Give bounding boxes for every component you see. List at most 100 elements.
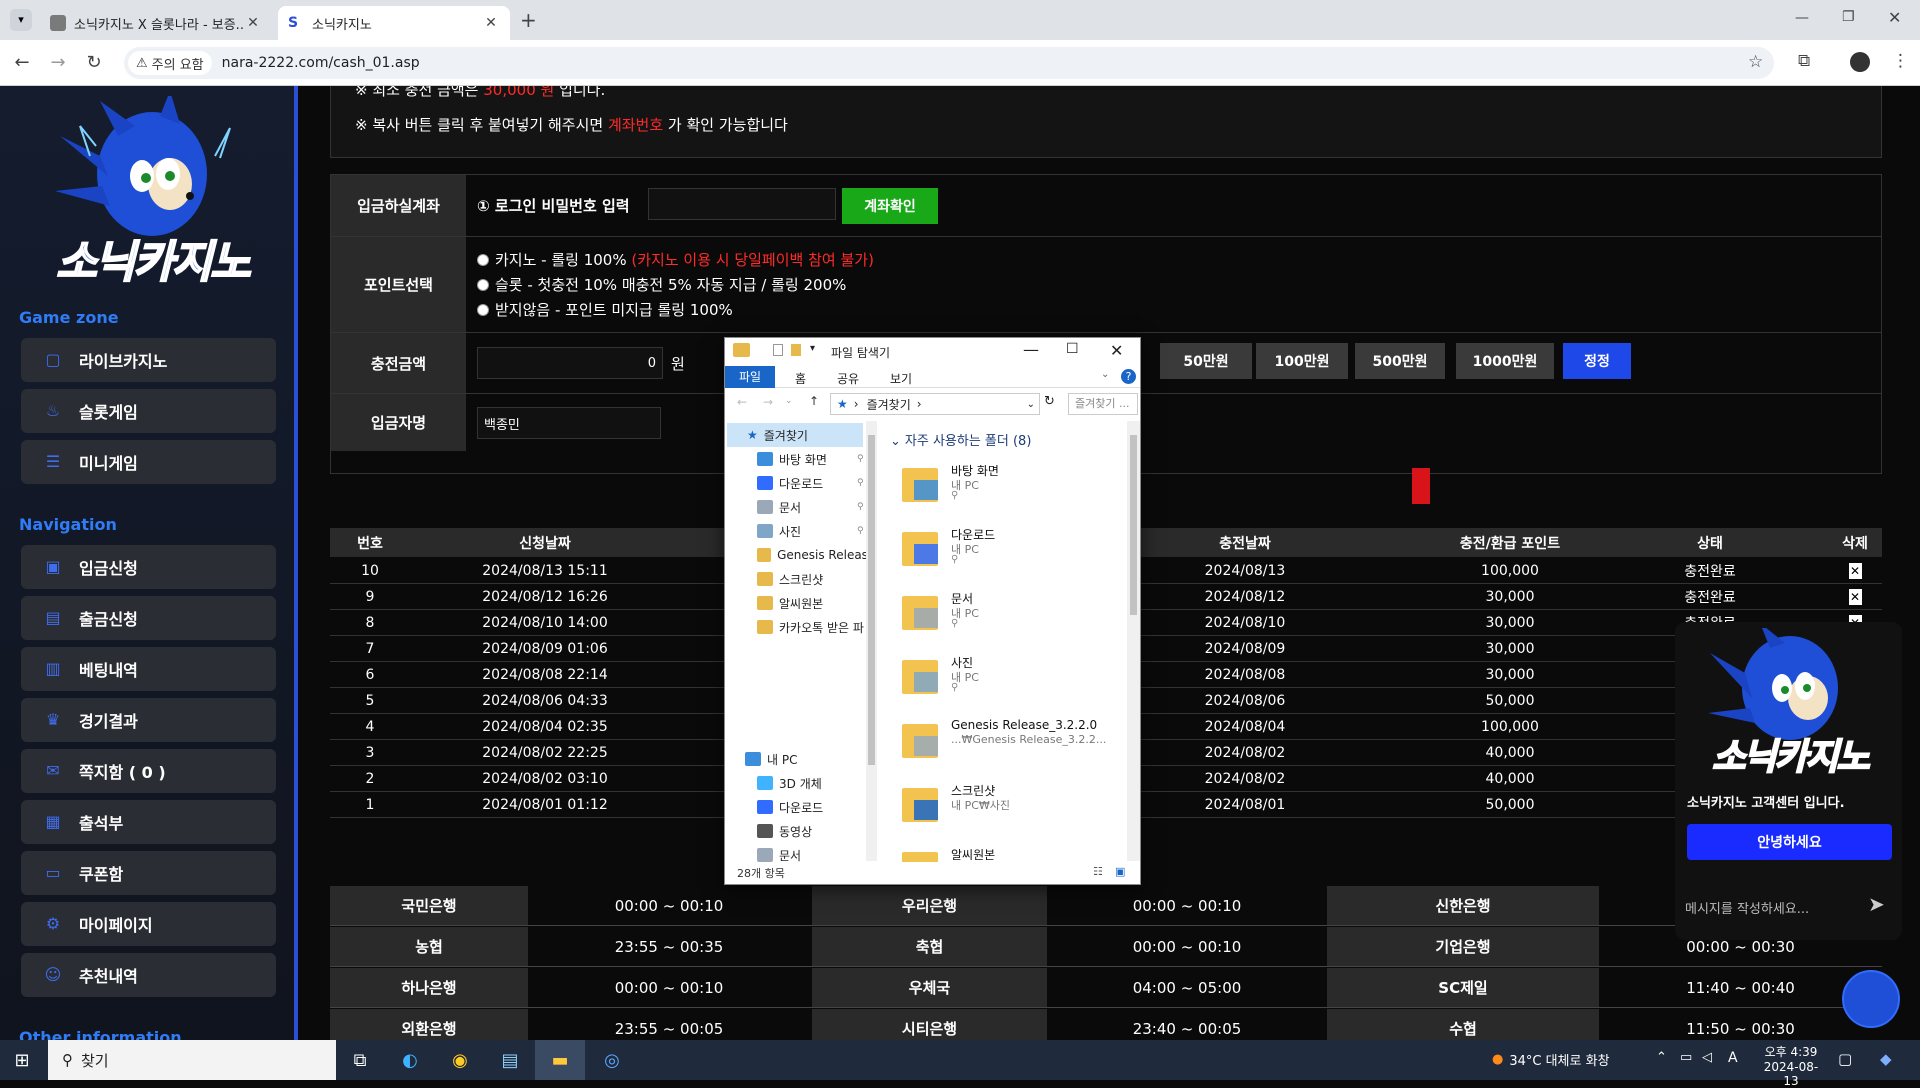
properties-icon[interactable] (773, 344, 783, 356)
sidebar-item-mini-game[interactable]: ☰ 미니게임 (21, 440, 276, 484)
send-icon[interactable]: ➤ (1868, 892, 1885, 916)
frequent-folders-header[interactable]: ⌄ 자주 사용하는 폴더 (8) (890, 430, 1031, 449)
task-view-icon[interactable]: ⧉ (340, 1044, 380, 1076)
large-icons-view-icon[interactable]: ▣ (1115, 865, 1125, 878)
nav-item[interactable]: 문서 ⚲ (757, 495, 869, 519)
address-dropdown-icon[interactable]: ⌄ (1027, 399, 1035, 410)
folder-item[interactable]: Genesis Release_3.2.2.0 ...₩Genesis Relea… (900, 712, 1130, 772)
details-view-icon[interactable]: ☷ (1093, 865, 1103, 878)
folder-item[interactable]: 다운로드 내 PC ⚲ (900, 520, 1130, 580)
point-option-none[interactable]: 받지않음 - 포인트 미지급 롤링 100% (477, 299, 733, 320)
nav-quick-access[interactable]: ★ 즐겨찾기 (727, 423, 863, 447)
back-arrow-icon[interactable]: ← (8, 49, 36, 77)
nav-item[interactable]: 다운로드 ⚲ (757, 471, 869, 495)
close-tab-icon[interactable]: ✕ (244, 15, 262, 31)
weather-widget[interactable]: ● 34°C 대체로 화창 (1492, 1050, 1610, 1069)
sidebar-item-messages[interactable]: ✉ 쪽지함 ( 0 ) (21, 749, 276, 793)
up-arrow-icon[interactable]: ↑ (809, 394, 819, 408)
breadcrumb-item[interactable]: 즐겨찾기 (867, 396, 911, 413)
browser-menu-icon[interactable]: ⋮ (1892, 51, 1909, 71)
sidebar-item-mypage[interactable]: ⚙ 마이페이지 (21, 902, 276, 946)
new-folder-icon[interactable] (791, 344, 801, 356)
clock[interactable]: 오후 4:39 2024-08-13 (1760, 1043, 1822, 1088)
edge-browser-icon[interactable]: ◐ (390, 1044, 430, 1076)
minimize-icon[interactable]: — (1023, 340, 1039, 359)
folder-item[interactable]: 사진 내 PC ⚲ (900, 648, 1130, 708)
tray-chevron-icon[interactable]: ⌃ (1656, 1050, 1667, 1065)
file-explorer-window[interactable]: ▾ 파일 탐색기 — ☐ ✕ 파일 홈 공유 보기 ⌄ ? ← → ⌄ ↑ ★ … (724, 337, 1141, 885)
nav-this-pc[interactable]: 내 PC (745, 747, 797, 771)
amount-500k-button[interactable]: 50만원 (1160, 343, 1252, 379)
new-tab-button[interactable]: + (520, 8, 537, 32)
chrome-browser-icon[interactable]: ◉ (440, 1044, 480, 1076)
nav-item[interactable]: 바탕 화면 ⚲ (757, 447, 869, 471)
back-arrow-icon[interactable]: ← (737, 395, 747, 409)
ribbon-tab-home[interactable]: 홈 (795, 370, 806, 387)
windows-start-icon[interactable]: ⊞ (2, 1044, 42, 1076)
point-option-slot[interactable]: 슬롯 - 첫충전 10% 매충전 5% 자동 지급 / 롤링 200% (477, 274, 846, 295)
close-icon[interactable]: ✕ (1110, 341, 1123, 360)
volume-icon[interactable]: ◁ (1702, 1050, 1712, 1065)
sidebar-item-slot-game[interactable]: ♨ 슬롯게임 (21, 389, 276, 433)
submit-button[interactable] (1412, 468, 1430, 504)
ribbon-tab-share[interactable]: 공유 (837, 370, 859, 387)
close-tab-icon[interactable]: ✕ (482, 15, 500, 31)
search-input[interactable]: 즐겨찾기 ... (1068, 393, 1138, 415)
amount-5m-button[interactable]: 500만원 (1355, 343, 1445, 379)
sidebar-item-withdraw[interactable]: ▤ 출금신청 (21, 596, 276, 640)
ime-indicator[interactable]: A (1728, 1050, 1738, 1066)
folder-item[interactable]: 알씨원본 (900, 840, 1130, 862)
sidebar-item-coupons[interactable]: ▭ 쿠폰함 (21, 851, 276, 895)
content-scrollbar[interactable] (1127, 421, 1140, 861)
nav-pc-item[interactable]: 다운로드 (757, 795, 823, 819)
copilot-icon[interactable]: ◆ (1880, 1050, 1892, 1068)
ribbon-tab-file[interactable]: 파일 (725, 366, 775, 388)
sidebar-item-live-casino[interactable]: ▢ 라이브카지노 (21, 338, 276, 382)
nav-item[interactable]: 스크린샷 (757, 567, 869, 591)
nav-item[interactable]: Genesis Release_ (757, 543, 869, 567)
amount-input[interactable]: 0 (477, 347, 663, 379)
nav-pc-item[interactable]: 동영상 (757, 819, 812, 843)
folder-item[interactable]: 바탕 화면 내 PC ⚲ (900, 456, 1130, 516)
scrollbar-thumb[interactable] (1130, 435, 1137, 615)
delete-button[interactable]: ✕ (1840, 584, 1870, 609)
recent-dropdown-icon[interactable]: ⌄ (785, 396, 793, 406)
reload-icon[interactable]: ↻ (80, 49, 108, 77)
maximize-icon[interactable]: ☐ (1066, 341, 1079, 357)
expand-ribbon-icon[interactable]: ⌄ (1101, 369, 1109, 380)
chat-greeting-button[interactable]: 안녕하세요 (1687, 824, 1892, 860)
nav-item[interactable]: 알씨원본 (757, 591, 869, 615)
point-option-casino[interactable]: 카지노 - 롤링 100% (카지노 이용 시 당일페이백 참여 불가) (477, 249, 874, 270)
radio-button[interactable] (477, 279, 489, 291)
sidebar-item-attendance[interactable]: ▦ 출석부 (21, 800, 276, 844)
help-icon[interactable]: ? (1121, 369, 1136, 384)
notification-icon[interactable]: ▢ (1838, 1050, 1852, 1068)
customize-toolbar-icon[interactable]: ▾ (810, 343, 815, 354)
delete-button[interactable]: ✕ (1840, 558, 1870, 583)
chat-message-input[interactable]: 메시지를 작성하세요... (1685, 898, 1840, 917)
radio-button[interactable] (477, 304, 489, 316)
sidebar-item-deposit[interactable]: ▣ 입금신청 (21, 545, 276, 589)
forward-arrow-icon[interactable]: → (763, 395, 773, 409)
file-explorer-taskbar-icon[interactable]: ▬ (535, 1040, 585, 1080)
browser-tab-1[interactable]: 소닉카지노 X 슬롯나라 - 보증... ✕ (40, 6, 272, 40)
depositor-name-input[interactable]: 백종민 (477, 407, 661, 439)
ribbon-tab-view[interactable]: 보기 (890, 370, 912, 387)
nav-item[interactable]: 사진 ⚲ (757, 519, 869, 543)
nav-pc-item[interactable]: 문서 (757, 843, 801, 863)
profile-avatar[interactable] (1850, 52, 1870, 72)
forward-arrow-icon[interactable]: → (44, 49, 72, 77)
sidebar-item-referrals[interactable]: ☺ 추천내역 (21, 953, 276, 997)
close-window-button[interactable]: ✕ (1888, 8, 1901, 27)
network-icon[interactable]: ▭ (1680, 1050, 1692, 1065)
scrollbar-thumb[interactable] (868, 435, 875, 765)
chat-launcher-avatar[interactable] (1842, 970, 1900, 1028)
browser-tab-2[interactable]: S 소닉카지노 ✕ (278, 6, 510, 40)
amount-reset-button[interactable]: 정정 (1563, 343, 1631, 379)
app-taskbar-icon[interactable]: ◎ (587, 1040, 637, 1080)
nav-pc-item[interactable]: 3D 개체 (757, 771, 822, 795)
folder-item[interactable]: 문서 내 PC ⚲ (900, 584, 1130, 644)
sidebar-item-betting-history[interactable]: ▥ 베팅내역 (21, 647, 276, 691)
folder-item[interactable]: 스크린샷 내 PC₩사진 (900, 776, 1130, 836)
amount-1m-button[interactable]: 100만원 (1256, 343, 1348, 379)
